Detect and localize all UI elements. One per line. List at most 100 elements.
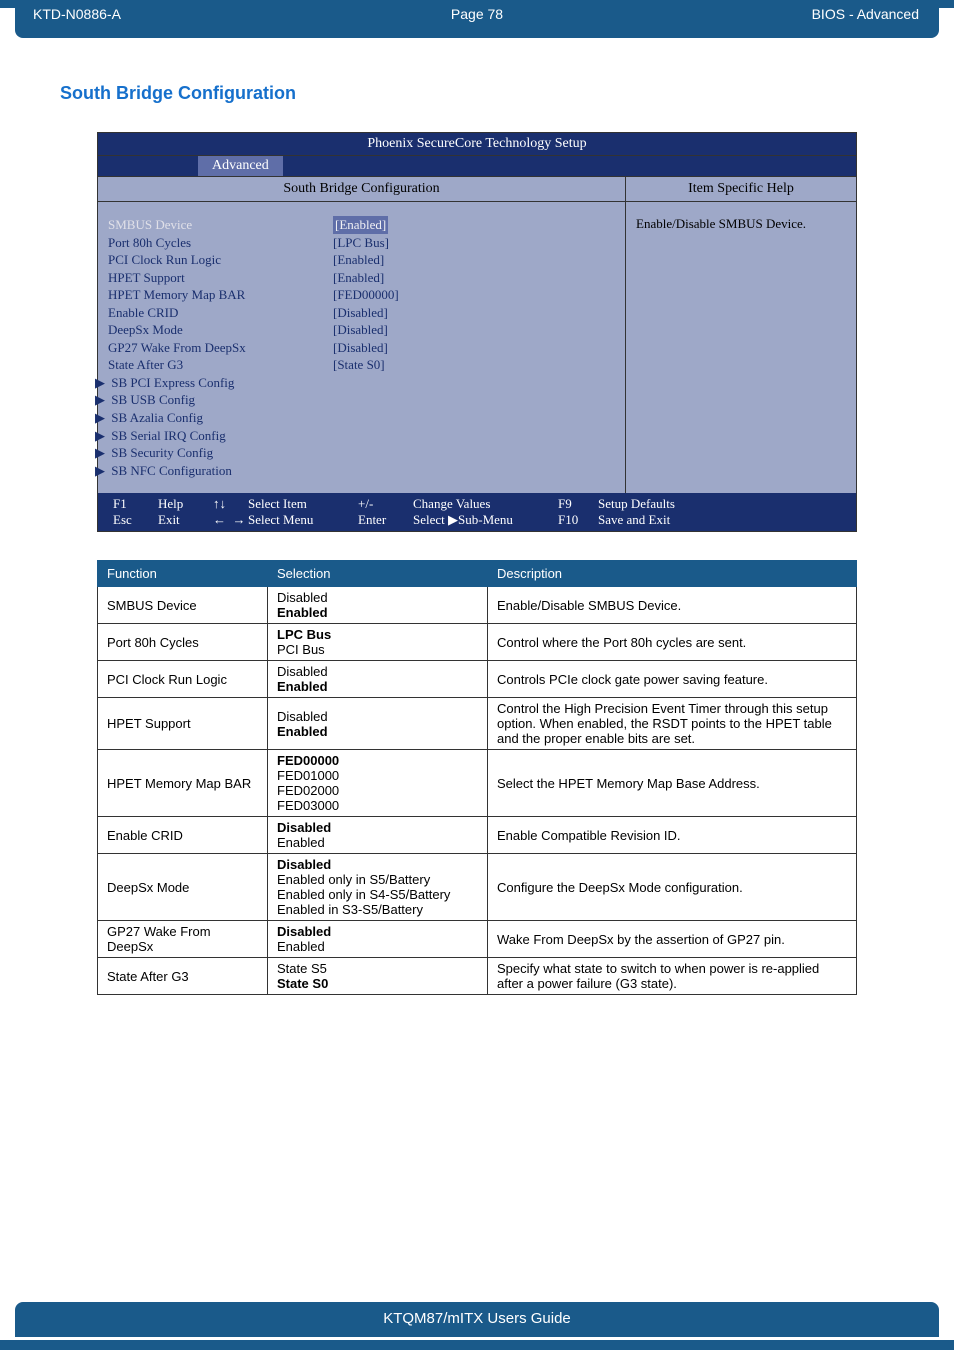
key-setupdefaults: Setup Defaults xyxy=(598,496,841,512)
key-exit: Exit xyxy=(158,512,213,528)
table-row: DeepSx ModeDisabledEnabled only in S5/Ba… xyxy=(98,854,857,921)
cell-selection: FED00000FED01000FED02000FED03000 xyxy=(268,750,488,817)
bios-option-label: Port 80h Cycles xyxy=(108,234,333,252)
bios-submenu-item[interactable]: ▶ SB NFC Configuration xyxy=(108,462,617,480)
bios-option-label: HPET Memory Map BAR xyxy=(108,286,333,304)
bios-option-label: DeepSx Mode xyxy=(108,321,333,339)
table-row: Enable CRIDDisabledEnabledEnable Compati… xyxy=(98,817,857,854)
bios-option-row[interactable]: SMBUS Device[Enabled] xyxy=(108,216,617,234)
bios-option-label: State After G3 xyxy=(108,356,333,374)
doc-id: KTD-N0886-A xyxy=(33,6,121,22)
bios-option-row[interactable]: State After G3[State S0] xyxy=(108,356,617,374)
key-f10: F10 xyxy=(558,512,598,528)
key-selectitem: Select Item xyxy=(248,496,358,512)
cell-selection: DisabledEnabled xyxy=(268,587,488,624)
th-function: Function xyxy=(98,561,268,587)
table-row: State After G3State S5State S0Specify wh… xyxy=(98,958,857,995)
key-enter: Enter xyxy=(358,512,413,528)
cell-function: Enable CRID xyxy=(98,817,268,854)
bios-option-value: [Disabled] xyxy=(333,339,388,357)
key-esc: Esc xyxy=(113,512,158,528)
bios-option-value: [State S0] xyxy=(333,356,385,374)
bios-option-value: [Enabled] xyxy=(333,251,384,269)
table-row: HPET Memory Map BARFED00000FED01000FED02… xyxy=(98,750,857,817)
cell-selection: State S5State S0 xyxy=(268,958,488,995)
submenu-arrow-icon: ▶ xyxy=(95,462,105,480)
bios-tab-row: Advanced xyxy=(98,156,856,177)
description-table: Function Selection Description SMBUS Dev… xyxy=(97,560,857,995)
cell-description: Specify what state to switch to when pow… xyxy=(488,958,857,995)
bios-option-row[interactable]: GP27 Wake From DeepSx[Disabled] xyxy=(108,339,617,357)
bios-screen: Phoenix SecureCore Technology Setup Adva… xyxy=(97,132,857,532)
th-selection: Selection xyxy=(268,561,488,587)
bios-option-value: [Disabled] xyxy=(333,304,388,322)
page-header: KTD-N0886-A Page 78 BIOS - Advanced xyxy=(15,0,939,38)
bios-option-label: HPET Support xyxy=(108,269,333,287)
bios-submenu-item[interactable]: ▶ SB USB Config xyxy=(108,391,617,409)
bios-option-value: [LPC Bus] xyxy=(333,234,389,252)
section-title: South Bridge Configuration xyxy=(60,83,894,104)
bios-option-row[interactable]: PCI Clock Run Logic[Enabled] xyxy=(108,251,617,269)
bios-subheader-right: Item Specific Help xyxy=(626,177,856,201)
bios-option-label: PCI Clock Run Logic xyxy=(108,251,333,269)
cell-description: Configure the DeepSx Mode configuration. xyxy=(488,854,857,921)
cell-function: State After G3 xyxy=(98,958,268,995)
cell-function: Port 80h Cycles xyxy=(98,624,268,661)
cell-description: Enable Compatible Revision ID. xyxy=(488,817,857,854)
submenu-arrow-icon: ▶ xyxy=(95,409,105,427)
key-selectmenu: Select Menu xyxy=(248,512,358,528)
bios-option-row[interactable]: HPET Memory Map BAR[FED00000] xyxy=(108,286,617,304)
key-help: Help xyxy=(158,496,213,512)
bios-tab-advanced[interactable]: Advanced xyxy=(198,156,283,176)
cell-selection: DisabledEnabled xyxy=(268,698,488,750)
cell-function: PCI Clock Run Logic xyxy=(98,661,268,698)
submenu-arrow-icon: ▶ xyxy=(95,374,105,392)
cell-selection: DisabledEnabled xyxy=(268,661,488,698)
bios-help-text: Enable/Disable SMBUS Device. xyxy=(626,202,856,493)
bios-option-row[interactable]: DeepSx Mode[Disabled] xyxy=(108,321,617,339)
bios-submenu-item[interactable]: ▶ SB Azalia Config xyxy=(108,409,617,427)
cell-function: DeepSx Mode xyxy=(98,854,268,921)
key-saveexit: Save and Exit xyxy=(598,512,841,528)
bios-option-row[interactable]: Port 80h Cycles[LPC Bus] xyxy=(108,234,617,252)
cell-description: Wake From DeepSx by the assertion of GP2… xyxy=(488,921,857,958)
cell-selection: DisabledEnabled only in S5/BatteryEnable… xyxy=(268,854,488,921)
bios-submenu-item[interactable]: ▶ SB Serial IRQ Config xyxy=(108,427,617,445)
cell-function: GP27 Wake From DeepSx xyxy=(98,921,268,958)
th-description: Description xyxy=(488,561,857,587)
table-row: GP27 Wake From DeepSxDisabledEnabledWake… xyxy=(98,921,857,958)
submenu-arrow-icon: ▶ xyxy=(95,391,105,409)
bios-option-value: [Enabled] xyxy=(333,216,388,234)
table-row: HPET SupportDisabledEnabledControl the H… xyxy=(98,698,857,750)
key-updown: ↑↓ xyxy=(213,496,248,512)
bios-option-label: SMBUS Device xyxy=(108,216,333,234)
key-plusminus: +/- xyxy=(358,496,413,512)
bios-options-list: SMBUS Device[Enabled]Port 80h Cycles[LPC… xyxy=(98,202,626,493)
cell-description: Enable/Disable SMBUS Device. xyxy=(488,587,857,624)
bios-subheader-left: South Bridge Configuration xyxy=(98,177,626,201)
table-row: SMBUS DeviceDisabledEnabledEnable/Disabl… xyxy=(98,587,857,624)
cell-description: Control the High Precision Event Timer t… xyxy=(488,698,857,750)
cell-description: Select the HPET Memory Map Base Address. xyxy=(488,750,857,817)
key-submenu: Select ▶Sub-Menu xyxy=(413,512,558,528)
bios-option-row[interactable]: Enable CRID[Disabled] xyxy=(108,304,617,322)
key-f1: F1 xyxy=(113,496,158,512)
cell-function: HPET Support xyxy=(98,698,268,750)
cell-function: HPET Memory Map BAR xyxy=(98,750,268,817)
key-f9: F9 xyxy=(558,496,598,512)
bios-option-label: Enable CRID xyxy=(108,304,333,322)
footer-text: KTQM87/mITX Users Guide xyxy=(15,1302,939,1337)
key-changevalues: Change Values xyxy=(413,496,558,512)
cell-selection: LPC BusPCI Bus xyxy=(268,624,488,661)
cell-selection: DisabledEnabled xyxy=(268,921,488,958)
cell-selection: DisabledEnabled xyxy=(268,817,488,854)
submenu-arrow-icon: ▶ xyxy=(95,427,105,445)
page-number: Page 78 xyxy=(451,6,503,22)
bios-submenu-item[interactable]: ▶ SB Security Config xyxy=(108,444,617,462)
bios-submenu-item[interactable]: ▶ SB PCI Express Config xyxy=(108,374,617,392)
bios-option-value: [Enabled] xyxy=(333,269,384,287)
bios-option-value: [Disabled] xyxy=(333,321,388,339)
bios-option-row[interactable]: HPET Support[Enabled] xyxy=(108,269,617,287)
table-row: PCI Clock Run LogicDisabledEnabledContro… xyxy=(98,661,857,698)
bios-option-label: GP27 Wake From DeepSx xyxy=(108,339,333,357)
